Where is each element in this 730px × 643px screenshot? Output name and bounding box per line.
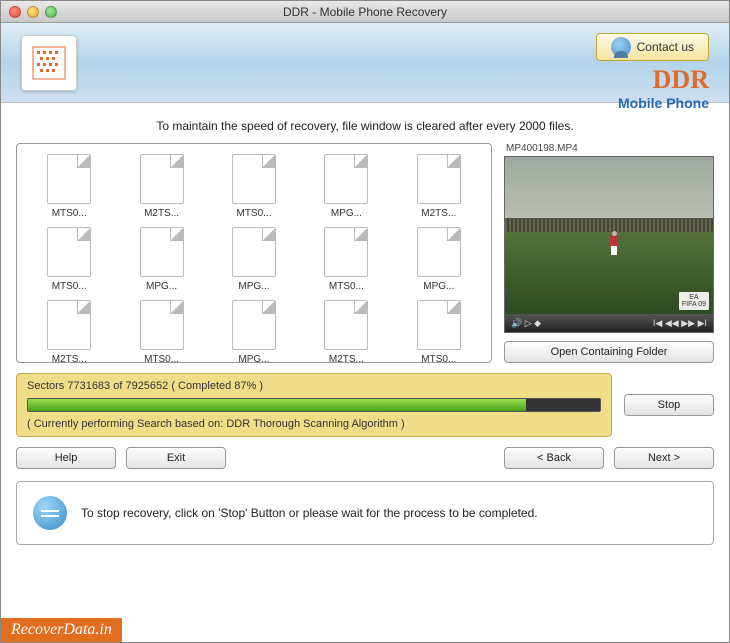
file-label: MPG... [210, 281, 298, 292]
file-item[interactable]: M2TS... [395, 154, 483, 219]
file-label: MPG... [117, 281, 205, 292]
back-button[interactable]: < Back [504, 447, 604, 469]
file-item[interactable]: M2TS... [302, 300, 390, 363]
preview-box: EA FIFA 09 🔊 ▷ ◆ I◀ ◀◀ ▶▶ ▶I [504, 156, 714, 333]
file-icon [140, 300, 184, 350]
file-item[interactable]: MTS0... [25, 154, 113, 219]
titlebar: DDR - Mobile Phone Recovery [1, 1, 729, 23]
hint-box: To stop recovery, click on 'Stop' Button… [16, 481, 714, 545]
info-line: To maintain the speed of recovery, file … [16, 113, 714, 143]
file-icon [47, 227, 91, 277]
file-label: MTS0... [210, 208, 298, 219]
file-icon [232, 154, 276, 204]
app-window: DDR - Mobile Phone Recovery Contact us D… [0, 0, 730, 643]
file-icon [324, 227, 368, 277]
exit-button[interactable]: Exit [126, 447, 226, 469]
badge-title: FIFA 09 [682, 301, 706, 308]
forward-icon[interactable]: ▶▶ [681, 318, 695, 328]
file-icon [140, 154, 184, 204]
file-label: MTS0... [25, 281, 113, 292]
file-item[interactable]: MPG... [117, 227, 205, 292]
file-item[interactable]: M2TS... [25, 300, 113, 363]
file-label: MPG... [210, 354, 298, 363]
file-icon [417, 154, 461, 204]
info-icon [33, 496, 67, 530]
watermark: RecoverData.in [1, 618, 122, 642]
file-label: M2TS... [25, 354, 113, 363]
spacer [236, 447, 494, 469]
file-label: MTS0... [25, 208, 113, 219]
next-button[interactable]: Next > [614, 447, 714, 469]
file-icon [417, 300, 461, 350]
help-button[interactable]: Help [16, 447, 116, 469]
next-icon[interactable]: ▶I [698, 318, 707, 328]
prev-icon[interactable]: I◀ [653, 318, 662, 328]
rewind-icon[interactable]: ◀◀ [665, 318, 679, 328]
preview-filename: MP400198.MP4 [504, 143, 714, 154]
brand: DDR Mobile Phone [596, 65, 709, 111]
preview-column: MP400198.MP4 EA FIFA 09 🔊 [504, 143, 714, 363]
file-label: MPG... [395, 281, 483, 292]
body: To maintain the speed of recovery, file … [1, 103, 729, 545]
file-item[interactable]: MPG... [210, 227, 298, 292]
play-icon[interactable]: ▷ [525, 318, 532, 328]
logo-icon [31, 45, 67, 81]
video-controls: 🔊 ▷ ◆ I◀ ◀◀ ▶▶ ▶I [505, 314, 713, 332]
file-item[interactable]: MTS0... [302, 227, 390, 292]
contact-label: Contact us [637, 40, 694, 54]
files-grid: MTS0... M2TS... MTS0... MPG... M2TS... MTS0..… [25, 154, 483, 363]
volume-icon[interactable]: 🔊 [511, 318, 522, 328]
file-item[interactable]: MTS0... [25, 227, 113, 292]
file-item[interactable]: MTS0... [395, 300, 483, 363]
algorithm-line: ( Currently performing Search based on: … [27, 418, 601, 430]
file-label: MTS0... [395, 354, 483, 363]
file-item[interactable]: M2TS... [117, 154, 205, 219]
file-item[interactable]: MPG... [302, 154, 390, 219]
stop-button[interactable]: Stop [624, 394, 714, 416]
file-label: M2TS... [117, 208, 205, 219]
file-label: M2TS... [395, 208, 483, 219]
file-icon [140, 227, 184, 277]
window-title: DDR - Mobile Phone Recovery [1, 5, 729, 19]
file-icon [232, 300, 276, 350]
bottom-buttons: Help Exit < Back Next > [16, 447, 714, 469]
progress-box: Sectors 7731683 of 7925652 ( Completed 8… [16, 373, 612, 437]
contact-us-button[interactable]: Contact us [596, 33, 709, 61]
header: Contact us DDR Mobile Phone [1, 23, 729, 103]
hint-text: To stop recovery, click on 'Stop' Button… [81, 506, 538, 520]
file-icon [47, 300, 91, 350]
brand-subtitle: Mobile Phone [596, 95, 709, 111]
file-label: MPG... [302, 208, 390, 219]
file-item[interactable]: MTS0... [210, 154, 298, 219]
app-logo [21, 35, 77, 91]
file-label: M2TS... [302, 354, 390, 363]
progress-bar [27, 398, 601, 412]
files-panel[interactable]: MTS0... M2TS... MTS0... MPG... M2TS... MTS0..… [16, 143, 492, 363]
progress-fill [28, 399, 526, 411]
main-row: MTS0... M2TS... MTS0... MPG... M2TS... MTS0..… [16, 143, 714, 363]
sectors-line: Sectors 7731683 of 7925652 ( Completed 8… [27, 380, 601, 392]
file-label: MTS0... [302, 281, 390, 292]
person-icon [611, 37, 631, 57]
badge-logo: EA [682, 294, 706, 301]
brand-name: DDR [596, 65, 709, 95]
preview-badge: EA FIFA 09 [679, 292, 709, 310]
file-icon [324, 300, 368, 350]
file-icon [232, 227, 276, 277]
file-item[interactable]: MTS0... [117, 300, 205, 363]
file-item[interactable]: MPG... [210, 300, 298, 363]
file-label: MTS0... [117, 354, 205, 363]
stop-playback-icon[interactable]: ◆ [534, 318, 541, 328]
progress-row: Sectors 7731683 of 7925652 ( Completed 8… [16, 373, 714, 437]
file-icon [417, 227, 461, 277]
open-containing-folder-button[interactable]: Open Containing Folder [504, 341, 714, 363]
header-right: Contact us DDR Mobile Phone [596, 33, 709, 111]
file-icon [324, 154, 368, 204]
file-icon [47, 154, 91, 204]
file-item[interactable]: MPG... [395, 227, 483, 292]
preview-player [609, 231, 619, 255]
stop-column: Stop [624, 373, 714, 437]
